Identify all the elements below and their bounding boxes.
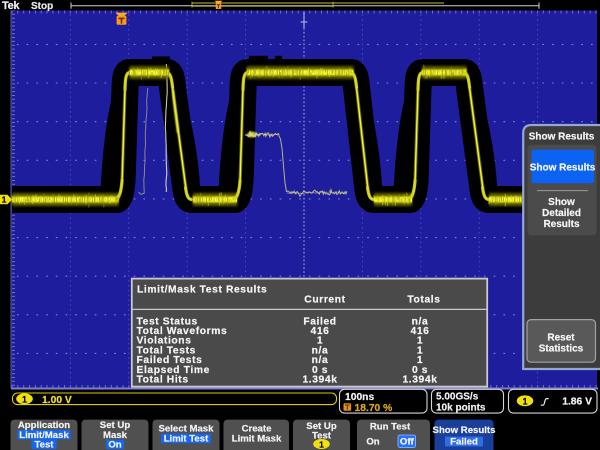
svg-text:1: 1 xyxy=(22,394,27,404)
svg-text:Show Results: Show Results xyxy=(529,132,595,143)
svg-text:Totals: Totals xyxy=(407,295,440,306)
svg-text:Detailed: Detailed xyxy=(542,208,581,219)
svg-text:1: 1 xyxy=(522,396,527,406)
svg-text:Total Hits: Total Hits xyxy=(137,375,189,386)
svg-text:10k points: 10k points xyxy=(436,402,486,413)
svg-text:1.394k: 1.394k xyxy=(302,375,337,386)
svg-text:Show Results: Show Results xyxy=(530,162,596,173)
svg-text:1: 1 xyxy=(319,439,324,449)
svg-text:Statistics: Statistics xyxy=(539,344,584,355)
svg-text:1.86 V: 1.86 V xyxy=(562,396,592,407)
svg-text:Reset: Reset xyxy=(547,333,575,344)
svg-text:Limit Test: Limit Test xyxy=(164,434,209,445)
svg-text:On: On xyxy=(108,439,121,450)
svg-text:100ns: 100ns xyxy=(345,392,374,403)
svg-text:Test: Test xyxy=(34,439,54,450)
svg-text:Run Test: Run Test xyxy=(370,422,411,433)
svg-text:Results: Results xyxy=(543,219,580,230)
svg-text:On: On xyxy=(366,436,379,447)
svg-text:Tek: Tek xyxy=(2,0,20,12)
svg-text:Failed: Failed xyxy=(450,437,478,448)
svg-text:Stop: Stop xyxy=(31,1,53,12)
svg-text:5.00GS/s: 5.00GS/s xyxy=(436,391,479,402)
svg-text:1.00 V: 1.00 V xyxy=(42,395,72,406)
svg-text:18.70 %: 18.70 % xyxy=(355,403,393,414)
svg-text:1: 1 xyxy=(2,195,7,205)
svg-text:Current: Current xyxy=(304,295,345,306)
svg-text:1.394k: 1.394k xyxy=(402,375,437,386)
svg-text:Off: Off xyxy=(400,437,415,448)
svg-text:Show Results: Show Results xyxy=(433,425,496,436)
svg-text:Limit/Mask Test Results: Limit/Mask Test Results xyxy=(137,285,267,296)
svg-text:Limit Mask: Limit Mask xyxy=(232,434,282,445)
svg-text:Show: Show xyxy=(548,197,575,208)
